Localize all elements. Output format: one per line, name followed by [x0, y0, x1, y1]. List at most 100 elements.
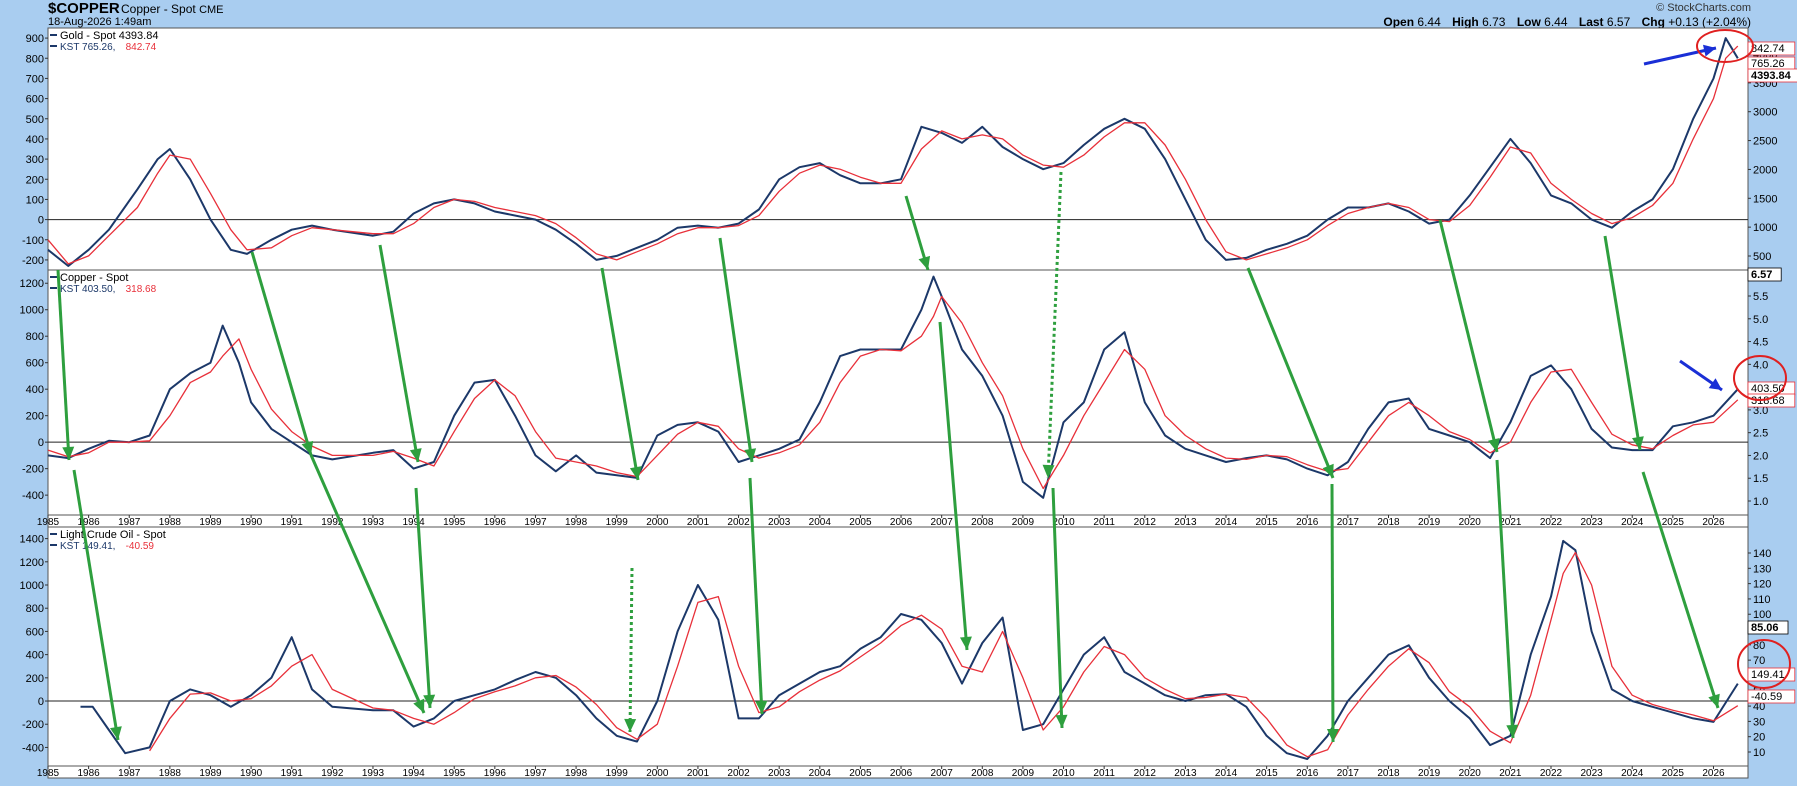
left-tick-label: 200 [26, 174, 44, 186]
x-tick-label: 2018 [1377, 517, 1400, 528]
x-tick-label: 2026 [1702, 768, 1725, 779]
x-tick-label: 1985 [37, 517, 60, 528]
x-tick-label: 1995 [443, 517, 466, 528]
x-tick-label: 1996 [484, 517, 507, 528]
right-tick-label: 500 [1753, 251, 1771, 263]
x-tick-label: 2024 [1621, 768, 1644, 779]
right-tick-label: 130 [1753, 563, 1771, 575]
panel-title: Copper - Spot [60, 272, 128, 284]
value-badge-label: 6.57 [1751, 269, 1772, 281]
signal-legend-label: 318.68 [126, 284, 157, 295]
left-tick-label: 800 [26, 331, 44, 343]
left-tick-label: 100 [26, 194, 44, 206]
x-tick-label: 1995 [443, 768, 466, 779]
x-tick-label: 2001 [687, 768, 710, 779]
x-tick-label: 1997 [524, 768, 547, 779]
right-tick-label: 2000 [1753, 164, 1777, 176]
x-tick-label: 2003 [768, 768, 791, 779]
x-tick-label: 1990 [240, 768, 263, 779]
x-tick-label: 2021 [1499, 517, 1522, 528]
right-tick-label: 10 [1753, 747, 1765, 759]
right-tick-label: 1.0 [1753, 496, 1768, 508]
x-tick-label: 2001 [687, 517, 710, 528]
left-tick-label: 400 [26, 134, 44, 146]
right-tick-label: 4.0 [1753, 359, 1768, 371]
x-tick-label: 1989 [199, 517, 222, 528]
x-tick-label: 1993 [362, 517, 385, 528]
left-tick-label: 600 [26, 94, 44, 106]
right-tick-label: 20 [1753, 732, 1765, 744]
x-tick-label: 2018 [1377, 768, 1400, 779]
panel-1-plot-area [47, 27, 1749, 271]
x-tick-label: 2005 [849, 768, 872, 779]
x-tick-label: 1998 [565, 517, 588, 528]
x-tick-label: 2023 [1580, 768, 1603, 779]
x-tick-label: 2024 [1621, 517, 1644, 528]
x-tick-label: 2025 [1662, 768, 1685, 779]
x-tick-label: 1987 [118, 517, 141, 528]
left-tick-label: -200 [22, 464, 44, 476]
x-tick-label: 2010 [1052, 768, 1075, 779]
x-tick-label: 1999 [606, 768, 629, 779]
x-tick-label: 1987 [118, 768, 141, 779]
x-tick-label: 2023 [1580, 517, 1603, 528]
stockcharts-window: $COPPER Copper - Spot CME 18-Aug-2026 1:… [0, 0, 1797, 786]
value-badge-label: 842.74 [1751, 43, 1785, 55]
x-tick-label: 1994 [402, 517, 425, 528]
left-tick-label: 800 [26, 603, 44, 615]
left-tick-label: 500 [26, 114, 44, 126]
x-tick-label: 1991 [281, 517, 304, 528]
left-tick-label: 200 [26, 673, 44, 685]
right-tick-label: 30 [1753, 716, 1765, 728]
left-tick-label: 1000 [20, 580, 44, 592]
x-tick-label: 1985 [37, 768, 60, 779]
left-tick-label: 700 [26, 73, 44, 85]
right-tick-label: 1500 [1753, 193, 1777, 205]
x-tick-label: 2014 [1215, 768, 1238, 779]
x-tick-label: 1990 [240, 517, 263, 528]
right-tick-label: 100 [1753, 609, 1771, 621]
x-tick-label: 2002 [727, 768, 750, 779]
panel-2-plot-area [47, 269, 1749, 516]
x-tick-label: 2014 [1215, 517, 1238, 528]
x-tick-label: 2020 [1459, 517, 1482, 528]
panel-3-plot-area [47, 526, 1749, 767]
x-tick-label: 2017 [1337, 768, 1360, 779]
value-badge-label: 149.41 [1751, 669, 1785, 681]
x-tick-label: 2021 [1499, 768, 1522, 779]
right-tick-label: 2.5 [1753, 428, 1768, 440]
x-tick-label: 2000 [646, 517, 669, 528]
x-tick-label: 1989 [199, 768, 222, 779]
x-tick-label: 2025 [1662, 517, 1685, 528]
left-tick-label: 1400 [20, 534, 44, 546]
left-tick-label: 200 [26, 411, 44, 423]
left-tick-label: 600 [26, 358, 44, 370]
x-tick-label: 2009 [1012, 768, 1035, 779]
x-tick-label: 2005 [849, 517, 872, 528]
x-tick-label: 2016 [1296, 517, 1319, 528]
x-tick-label: 2019 [1418, 517, 1441, 528]
left-tick-label: 300 [26, 154, 44, 166]
right-tick-label: 1000 [1753, 222, 1777, 234]
right-tick-label: 110 [1753, 594, 1771, 606]
x-tick-label: 2020 [1459, 768, 1482, 779]
left-tick-label: -100 [22, 235, 44, 247]
left-tick-label: 400 [26, 384, 44, 396]
x-tick-label: 2000 [646, 768, 669, 779]
left-tick-label: 600 [26, 626, 44, 638]
right-tick-label: 5.5 [1753, 291, 1768, 303]
value-badge-label: 765.26 [1751, 58, 1785, 70]
x-tick-label: 2012 [1134, 517, 1157, 528]
left-tick-label: 400 [26, 650, 44, 662]
value-badge-label: 318.68 [1751, 395, 1785, 407]
x-tick-label: 1997 [524, 517, 547, 528]
panel-title: Light Crude Oil - Spot [60, 529, 166, 541]
right-tick-label: 3000 [1753, 107, 1777, 119]
left-tick-label: -400 [22, 490, 44, 502]
x-tick-label: 2015 [1256, 517, 1279, 528]
x-tick-label: 1993 [362, 768, 385, 779]
x-tick-label: 2011 [1093, 768, 1115, 779]
left-tick-label: 0 [38, 437, 44, 449]
x-tick-label: 2011 [1093, 517, 1115, 528]
x-tick-label: 2022 [1540, 517, 1563, 528]
